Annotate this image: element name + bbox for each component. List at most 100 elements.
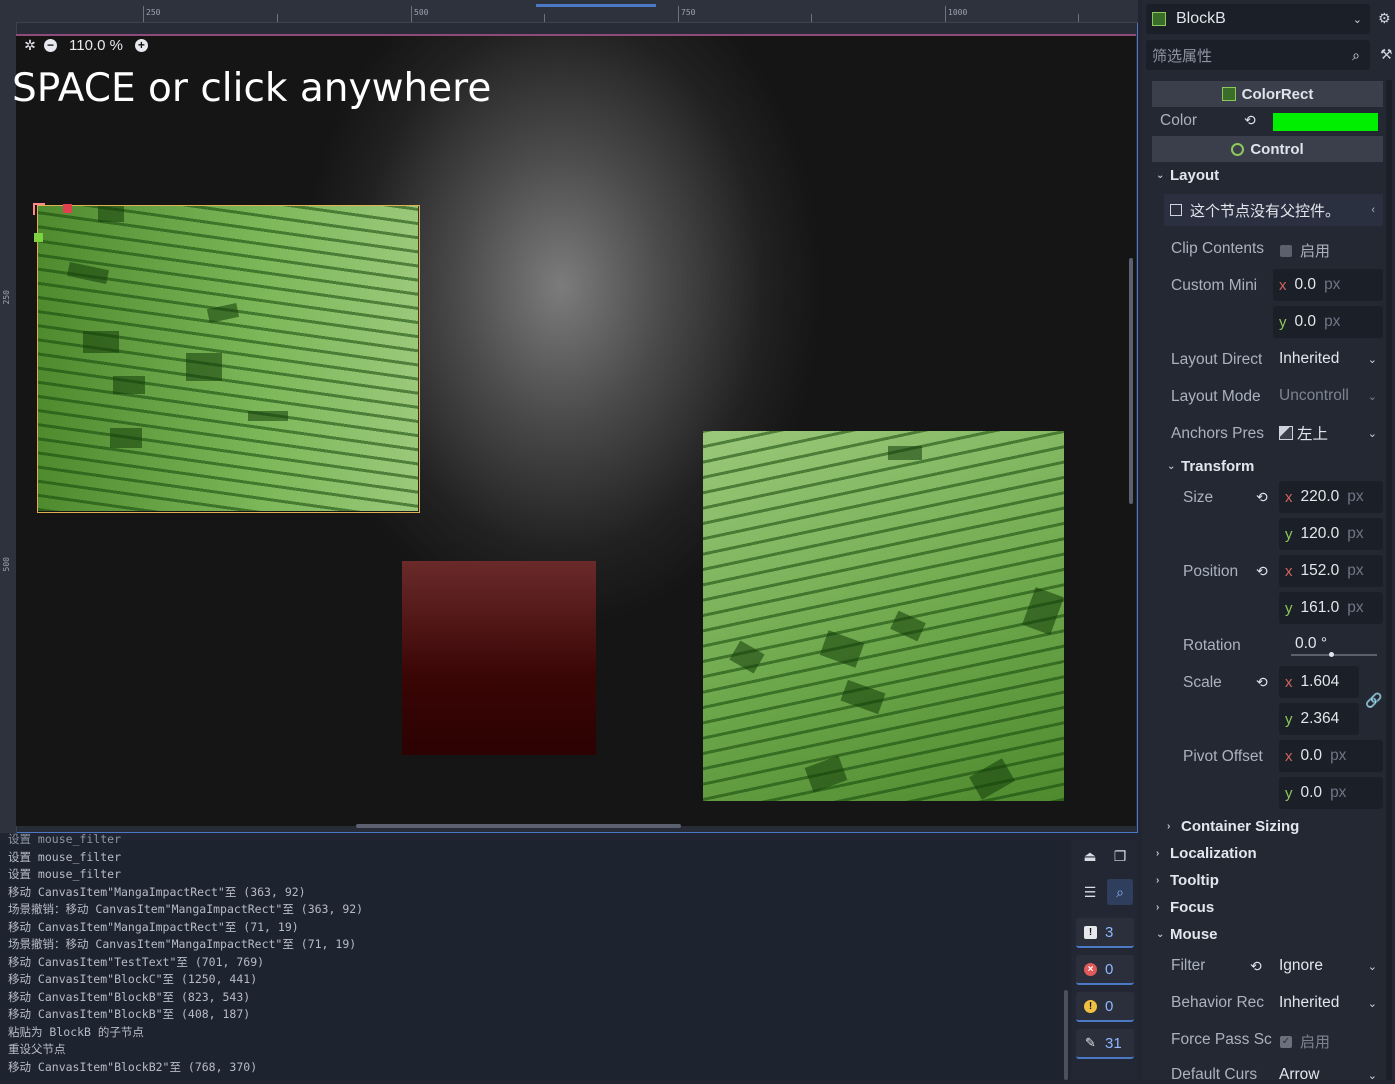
ruler-tick xyxy=(945,6,946,22)
custom-min-y-field[interactable]: y 0.0 px xyxy=(1273,306,1383,338)
value: 120.0 xyxy=(1300,525,1340,542)
top-ruler[interactable]: 250 500 750 1000 xyxy=(0,0,1138,23)
slider-grabber[interactable] xyxy=(1329,651,1334,657)
value: 1.604 xyxy=(1300,673,1340,690)
position-y-field[interactable]: y 161.0 px xyxy=(1279,592,1383,624)
search-icon[interactable]: ⌕ xyxy=(1107,879,1133,905)
value: 2.364 xyxy=(1300,710,1340,727)
editor-messages-filter[interactable]: ✎ 31 xyxy=(1076,1029,1134,1059)
inspector-scrollbar[interactable] xyxy=(1386,80,1392,1080)
checkbox-label: 启用 xyxy=(1300,243,1331,260)
tooltip-group[interactable]: › Tooltip xyxy=(1156,868,1219,893)
pivot-x-field[interactable]: x 0.0 px xyxy=(1279,740,1383,772)
copy-log-icon[interactable]: ❐ xyxy=(1107,843,1133,869)
unit: px xyxy=(1347,525,1364,542)
output-log[interactable]: 设置 mouse_filter 设置 mouse_filter 设置 mouse… xyxy=(8,832,1058,1076)
warnings-filter[interactable]: ! 0 xyxy=(1076,992,1134,1022)
group-title: Layout xyxy=(1170,167,1220,184)
ruler-label: 500 xyxy=(414,8,429,17)
reset-icon[interactable]: ⟲ xyxy=(1250,958,1262,975)
reset-icon[interactable]: ⟲ xyxy=(1256,563,1268,580)
size-x-field[interactable]: x 220.0 px xyxy=(1279,481,1383,513)
rotation-slider[interactable]: 0.0 ° xyxy=(1285,629,1383,661)
layout-direction-dropdown[interactable]: Inherited ⌄ xyxy=(1273,343,1383,375)
test-text-label[interactable]: SPACE or click anywhere xyxy=(12,66,491,111)
tools-icon[interactable]: ⚒ xyxy=(1380,46,1393,63)
warning-icon: ! xyxy=(1084,999,1097,1013)
collapse-icon[interactable]: ☰ xyxy=(1077,879,1103,905)
ruler-tick xyxy=(1078,14,1079,22)
ruler-tick xyxy=(143,6,144,22)
force-pass-checkbox[interactable]: ✓ 启用 xyxy=(1280,1031,1330,1052)
reset-icon[interactable]: ⟲ xyxy=(1256,489,1268,506)
node-selector[interactable]: BlockB ⌄ xyxy=(1146,4,1370,34)
editor-message-icon: ✎ xyxy=(1085,1035,1096,1050)
anchor-handle-icon[interactable] xyxy=(34,233,43,242)
log-line: 设置 mouse_filter xyxy=(8,849,122,864)
layout-group[interactable]: ⌄ Layout xyxy=(1156,163,1219,188)
chevron-left-icon[interactable]: ‹ xyxy=(1371,204,1375,216)
speed-shape xyxy=(804,755,848,793)
mouse-group[interactable]: ⌄ Mouse xyxy=(1156,922,1218,947)
zoom-in-button[interactable]: + xyxy=(134,38,148,52)
viewport-vertical-scrollbar[interactable] xyxy=(1129,258,1133,504)
rotation-label: Rotation xyxy=(1183,637,1241,654)
mouse-filter-dropdown[interactable]: Ignore ⌄ xyxy=(1273,950,1383,982)
manga-impact-rect-2[interactable] xyxy=(703,431,1064,801)
anchors-preset-dropdown[interactable]: 左上 ⌄ xyxy=(1273,417,1383,449)
reset-icon[interactable]: ⟲ xyxy=(1256,674,1268,691)
checkbox-icon xyxy=(1280,244,1292,257)
scale-y-field[interactable]: y 2.364 xyxy=(1279,703,1359,735)
localization-group[interactable]: › Localization xyxy=(1156,841,1257,866)
value: Inherited xyxy=(1279,350,1340,367)
default-cursor-dropdown[interactable]: Arrow ⌄ xyxy=(1273,1060,1383,1080)
transform-group[interactable]: ⌄ Transform xyxy=(1167,454,1254,479)
position-x-field[interactable]: x 152.0 px xyxy=(1279,555,1383,587)
block-c[interactable] xyxy=(402,561,596,755)
mouse-filter-label: Filter xyxy=(1171,957,1206,974)
pivot-y-field[interactable]: y 0.0 px xyxy=(1279,777,1383,809)
viewport-horizontal-scrollbar[interactable] xyxy=(356,824,681,828)
color-swatch[interactable] xyxy=(1273,113,1378,131)
axis-y: y xyxy=(1285,599,1293,617)
clip-contents-checkbox[interactable]: 启用 xyxy=(1280,240,1330,261)
container-sizing-group[interactable]: › Container Sizing xyxy=(1167,814,1299,839)
filter-properties-input[interactable]: 筛选属性 ⌕ xyxy=(1146,40,1370,70)
pivot-handle-icon[interactable] xyxy=(33,203,45,215)
log-line: 移动 CanvasItem"TestText"至 (701, 769) xyxy=(8,954,265,969)
center-view-icon[interactable]: ✲ xyxy=(22,37,38,53)
selection-outline[interactable] xyxy=(37,205,420,513)
axis-x: x xyxy=(1279,276,1287,294)
log-line: 设置 mouse_filter xyxy=(8,867,122,881)
log-scrollbar[interactable] xyxy=(1064,990,1068,1080)
zoom-level[interactable]: 110.0 % xyxy=(63,37,129,54)
anchor-handle-icon[interactable] xyxy=(63,204,72,213)
reset-icon[interactable]: ⟲ xyxy=(1244,112,1256,129)
colorrect-section[interactable]: ColorRect xyxy=(1152,81,1383,107)
anchors-preset-label: Anchors Pres xyxy=(1171,425,1265,442)
message-icon: ! xyxy=(1084,925,1097,939)
messages-filter[interactable]: ! 3 xyxy=(1076,918,1134,948)
errors-filter[interactable]: × 0 xyxy=(1076,955,1134,985)
value: 152.0 xyxy=(1300,562,1340,579)
custom-min-x-field[interactable]: x 0.0 px xyxy=(1273,269,1383,301)
value: 左上 xyxy=(1297,426,1329,443)
speed-shape xyxy=(890,610,926,642)
ruler-label: 250 xyxy=(2,290,11,305)
colorrect-icon xyxy=(1152,12,1166,26)
behavior-dropdown[interactable]: Inherited ⌄ xyxy=(1273,987,1383,1019)
control-section[interactable]: Control xyxy=(1152,136,1383,162)
chevron-right-icon: › xyxy=(1156,848,1160,859)
zoom-out-button[interactable]: − xyxy=(44,38,57,52)
layout-mode-dropdown[interactable]: Uncontroll ⌄ xyxy=(1273,380,1383,412)
size-y-field[interactable]: y 120.0 px xyxy=(1279,518,1383,550)
scale-x-field[interactable]: x 1.604 xyxy=(1279,666,1359,698)
axis-x: x xyxy=(1285,562,1293,580)
left-ruler[interactable]: 250 500 xyxy=(0,22,17,833)
chevron-down-icon: ⌄ xyxy=(1367,1069,1377,1081)
focus-group[interactable]: › Focus xyxy=(1156,895,1214,920)
node-options-icon[interactable]: ⚙ xyxy=(1378,10,1391,27)
link-icon[interactable]: 🔗 xyxy=(1365,692,1382,709)
value: 0.0 ° xyxy=(1295,634,1328,652)
clear-log-icon[interactable]: ⏏ xyxy=(1077,843,1103,869)
